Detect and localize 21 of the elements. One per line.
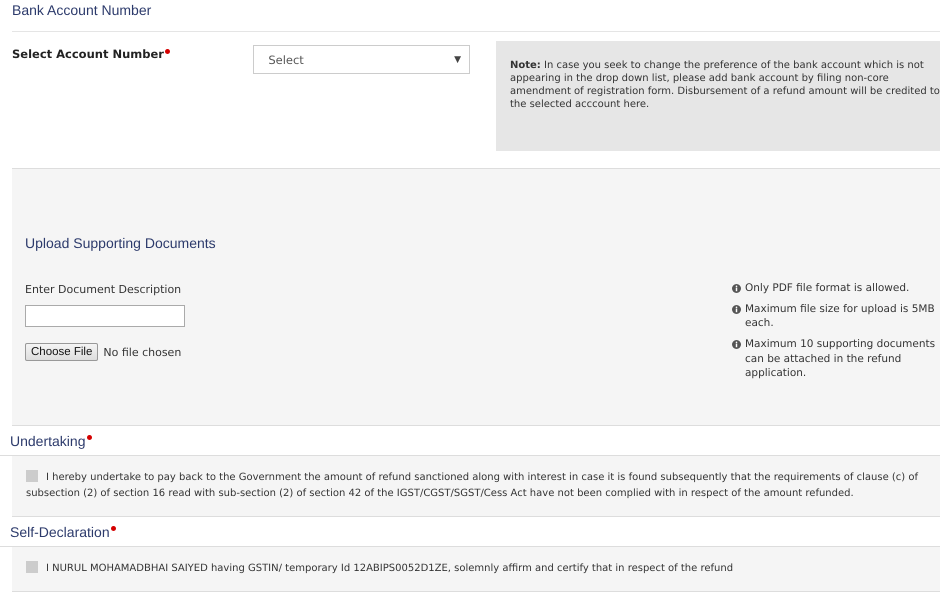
info-icon <box>732 304 741 314</box>
info-text: Only PDF file format is allowed. <box>745 281 910 296</box>
checkbox[interactable] <box>26 470 38 482</box>
info-text: Maximum file size for upload is 5MB each. <box>745 302 936 332</box>
account-select[interactable]: Select ▼ <box>253 45 470 74</box>
checkbox[interactable] <box>26 561 38 573</box>
info-text: Maximum 10 supporting documents can be attached in the refund application. <box>745 337 936 382</box>
section-title: Bank Account Number <box>11 1 152 20</box>
choose-file-button[interactable]: Choose File <box>25 343 98 361</box>
section-title: Self-Declaration <box>10 524 110 540</box>
input-field[interactable] <box>25 305 185 327</box>
declaration-text: I NURUL MOHAMADBHAI SAIYED having GSTIN/ temporary Id 12ABIPS0052D1ZE, solemnly affirm and certify that in respect of the refund <box>26 561 932 577</box>
field-label: Select Account Number <box>12 47 164 61</box>
file-status: No file chosen <box>103 346 182 358</box>
info-icon <box>732 284 741 293</box>
declaration-text: I hereby undertake to pay back to the Government the amount of refund sanctioned along with interest in case it is found subsequently that the requirements of clause (c) of subsection (2) of section 16 read with sub-section (2) of section 42 of the IGST/CGST/SGST/Cess Act have not been complied with in respect of the amount refunded. <box>26 470 920 501</box>
field-label: Enter Document Description <box>25 283 182 296</box>
section-title: Upload Supporting Documents <box>24 234 217 251</box>
note-text: Note: In case you seek to change the preference of the bank account which is not appearing in the drop down list, please add bank account by filing non-core amendment of registration form. Disbursement of a refund amount will be credited to the selected acccount here. <box>510 59 940 111</box>
section-title: Undertaking <box>10 433 86 449</box>
info-icon <box>732 340 741 350</box>
